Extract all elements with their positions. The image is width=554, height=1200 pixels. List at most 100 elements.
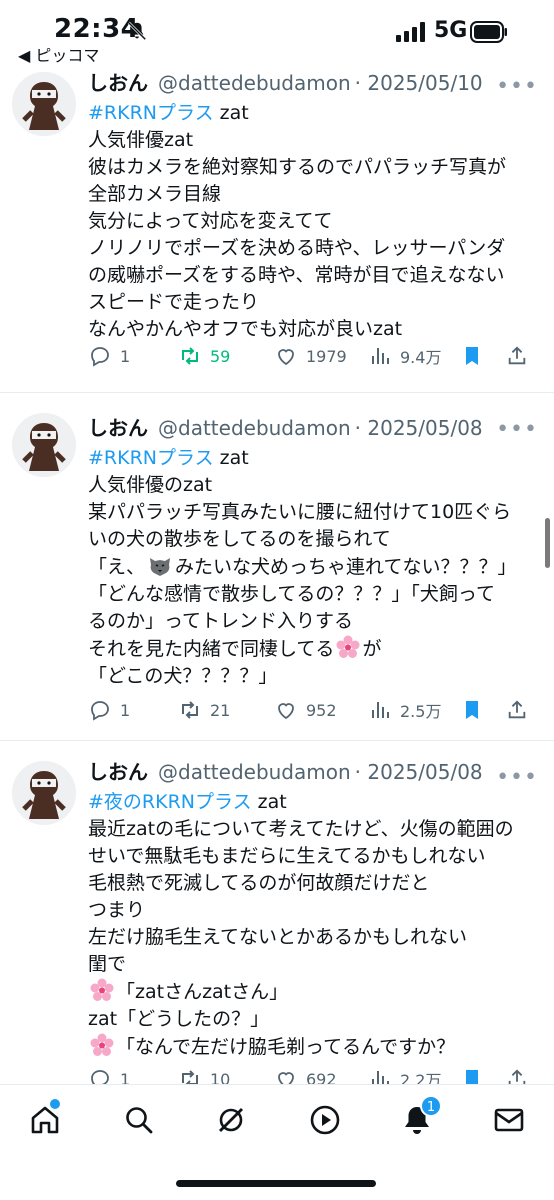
tweet-text-line: 最近zatの毛について考えてたけど、火傷の範囲の	[88, 818, 514, 840]
retweet-button[interactable]: 21	[178, 695, 274, 725]
author-name[interactable]: しおん	[88, 72, 148, 95]
hashtag-suffix: zat	[251, 791, 287, 813]
nav-messages[interactable]	[492, 1103, 526, 1137]
text-fragment: みたいな犬めっちゃ連れてない？？？」	[175, 556, 517, 578]
bookmark-button[interactable]	[460, 341, 506, 371]
timeline-feed[interactable]: ••• しおん @dattedebudamon · 2025/05/10 #RKRN…	[0, 72, 554, 1084]
reply-button[interactable]: 1	[88, 341, 178, 371]
author-handle[interactable]: @dattedebudamon	[158, 72, 351, 95]
heart-icon	[278, 703, 294, 720]
views-count: 2.2万	[400, 1071, 442, 1084]
tweet-text-line: #RKRNプラス zat	[88, 445, 540, 472]
retweet-icon	[182, 701, 198, 719]
tweet-text-line: 閨で	[88, 953, 127, 975]
nav-search[interactable]	[122, 1103, 156, 1137]
tweet-text-line: 「zatさんzatさん」	[88, 978, 540, 1006]
like-count: 1979	[306, 346, 347, 366]
bookmark-filled-icon	[466, 347, 478, 365]
tweet-text-line: 気分によって対応を変えてて	[88, 210, 333, 232]
reply-button[interactable]: 1	[88, 1064, 178, 1084]
retweet-count: 10	[210, 1069, 231, 1085]
tweet-date[interactable]: · 2025/05/10	[355, 72, 483, 95]
tweet-item[interactable]: ••• しおん @dattedebudamon · 2025/05/08 #夜のRK…	[0, 741, 554, 1084]
tweet-text-line: スピードで走ったり	[88, 291, 260, 313]
battery-icon	[470, 21, 507, 43]
tweet-text-line: #RKRNプラス zat	[88, 100, 540, 127]
tweet-text-line: いの犬の散歩をしてるのを撮られて	[88, 528, 391, 550]
ninja-avatar-icon	[12, 761, 76, 825]
tweet-text-line: 彼はカメラを絶対察知するのでパパラッチ写真が	[88, 156, 507, 178]
hashtag-suffix: zat	[213, 447, 249, 469]
avatar[interactable]	[12, 413, 76, 477]
network-type: 5G	[434, 18, 468, 43]
share-button[interactable]	[506, 1064, 536, 1084]
views-button[interactable]: 2.5万	[368, 695, 460, 725]
reply-button[interactable]: 1	[88, 695, 178, 725]
retweet-count: 59	[210, 346, 231, 366]
tweet-item[interactable]: ••• しおん @dattedebudamon · 2025/05/10 #RKRN…	[0, 72, 554, 393]
notification-badge: 1	[420, 1095, 442, 1117]
tweet-text-line: 「どんな感情で散歩してるの？？？」「犬飼って	[88, 583, 495, 605]
views-count: 2.5万	[400, 702, 442, 721]
tweet-text-line: つまり	[88, 899, 146, 921]
views-button[interactable]: 9.4万	[368, 341, 460, 371]
share-button[interactable]	[506, 341, 536, 371]
bookmark-filled-icon	[466, 701, 478, 719]
share-button[interactable]	[506, 695, 536, 725]
share-icon	[508, 700, 526, 719]
avatar[interactable]	[12, 761, 76, 825]
cherry-blossom-emoji-icon	[90, 978, 114, 1001]
like-button[interactable]: 1979	[274, 341, 368, 371]
nav-notifications[interactable]: 1	[400, 1095, 442, 1137]
tweet-date[interactable]: · 2025/05/08	[355, 416, 483, 440]
reply-count: 1	[120, 700, 131, 720]
author-name[interactable]: しおん	[88, 760, 148, 784]
tweet-item[interactable]: ••• しおん @dattedebudamon · 2025/05/08 #RKRN…	[0, 393, 554, 741]
tweet-body: しおん @dattedebudamon · 2025/05/08 #RKRNプラス …	[88, 411, 540, 690]
like-button[interactable]: 692	[274, 1064, 368, 1084]
avatar[interactable]	[12, 72, 76, 136]
views-count: 9.4万	[400, 348, 442, 367]
tweet-date[interactable]: · 2025/05/08	[355, 760, 483, 784]
tweet-text-line: 人気俳優zat	[88, 129, 194, 151]
bookmark-button[interactable]	[460, 1064, 506, 1084]
grok-icon	[219, 1108, 243, 1132]
views-icon	[372, 702, 389, 718]
hashtag-link[interactable]: #夜のRKRNプラス	[88, 791, 252, 813]
tweet-text-line: 某パパラッチ写真みたいに腰に紐付けて10匹ぐら	[88, 501, 512, 523]
nav-grok[interactable]	[214, 1103, 248, 1137]
author-handle[interactable]: @dattedebudamon	[158, 760, 351, 784]
hashtag-link[interactable]: #RKRNプラス	[88, 447, 214, 469]
scrollbar[interactable]	[545, 518, 550, 568]
share-icon	[508, 1069, 526, 1084]
tweet-text-line: 「どこの犬？？？？」	[88, 665, 278, 687]
author-handle[interactable]: @dattedebudamon	[158, 416, 351, 440]
back-to-app-link[interactable]: ◀ ピッコマ	[18, 42, 99, 66]
tweet-text-line: 「なんで左だけ脇毛剃ってるんですか？	[88, 1033, 540, 1061]
nav-home[interactable]	[28, 1099, 62, 1137]
tweet-header: しおん @dattedebudamon · 2025/05/08	[88, 411, 540, 445]
text-fragment: が	[362, 638, 382, 660]
tweet-body: しおん @dattedebudamon · 2025/05/10 #RKRNプラス …	[88, 72, 540, 343]
tweet-text-line: zat「どうしたの？」	[88, 1008, 270, 1030]
like-button[interactable]: 952	[274, 695, 368, 725]
author-name[interactable]: しおん	[88, 416, 148, 440]
tweet-body: しおん @dattedebudamon · 2025/05/08 #夜のRKRNプラ…	[88, 755, 540, 1061]
ninja-avatar-icon	[12, 72, 76, 136]
cherry-blossom-emoji-icon	[336, 635, 360, 658]
bookmark-button[interactable]	[460, 695, 506, 725]
tweet-text-line: 「え、 みたいな犬めっちゃ連れてない？？？」	[88, 553, 540, 581]
reply-icon	[91, 1070, 109, 1084]
retweet-button[interactable]: 10	[178, 1064, 274, 1084]
bell-off-icon	[127, 21, 147, 41]
tweet-text-line: ノリノリでポーズを決める時や、レッサーパンダ	[88, 237, 506, 259]
nav-video[interactable]	[308, 1103, 342, 1137]
tweet-text-line: 全部カメラ目線	[88, 183, 222, 205]
text-fragment: それを見た内緒で同棲してる	[88, 638, 335, 660]
retweet-button[interactable]: 59	[178, 341, 274, 371]
views-button[interactable]: 2.2万	[368, 1064, 460, 1084]
hashtag-link[interactable]: #RKRNプラス	[88, 102, 214, 124]
tweet-header: しおん @dattedebudamon · 2025/05/08	[88, 755, 540, 789]
retweet-icon	[182, 1070, 198, 1084]
home-indicator	[176, 1180, 376, 1187]
